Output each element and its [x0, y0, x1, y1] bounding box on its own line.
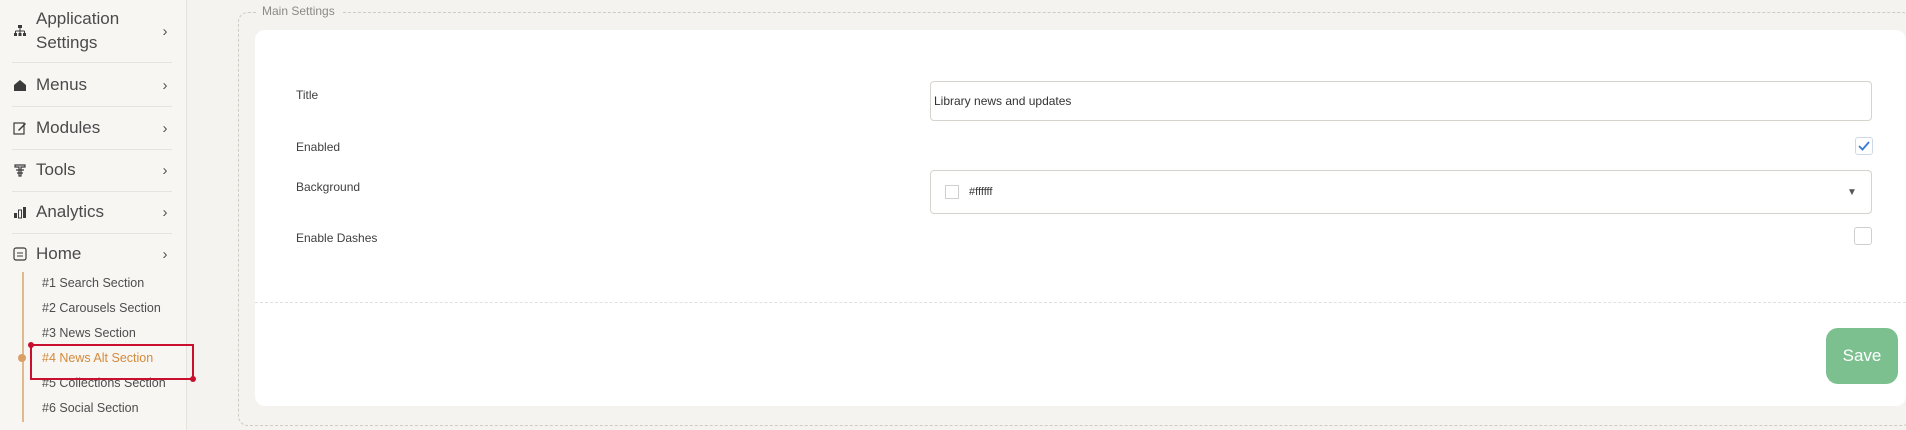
sidebar-item-label: Application: [36, 9, 120, 28]
tools-icon: [12, 162, 28, 178]
sidebar-item-label: Tools: [36, 160, 76, 179]
sidebar-item-label: Menus: [36, 75, 88, 94]
edit-icon: [12, 120, 28, 136]
sidebar-item-application-settings[interactable]: Application Settings ›: [12, 0, 172, 63]
chevron-right-icon: ›: [162, 76, 168, 94]
chevron-right-icon: ›: [162, 161, 168, 179]
sidebar-item-label: Analytics: [36, 202, 105, 221]
save-button[interactable]: Save: [1826, 328, 1898, 384]
title-label: Title: [296, 88, 319, 102]
chevron-right-icon: ›: [162, 203, 168, 221]
sitemap-icon: [12, 23, 28, 39]
sidebar-item-tools[interactable]: Tools ›: [12, 149, 172, 192]
card-divider: [255, 302, 1906, 303]
sidebar-item-label: Settings: [36, 33, 98, 52]
sidebar-item-home[interactable]: Home ›: [12, 233, 172, 275]
chevron-right-icon: ›: [162, 245, 168, 263]
enable-dashes-checkbox[interactable]: [1854, 227, 1872, 245]
sidebar-item-label: Home: [36, 244, 82, 263]
subnav-item-social[interactable]: #6 Social Section: [42, 397, 139, 419]
chevron-down-icon: ▼: [1847, 186, 1857, 198]
subnav-item-news[interactable]: #3 News Section: [42, 322, 136, 344]
home-page-icon: [12, 246, 28, 262]
home-icon: [12, 77, 28, 93]
color-swatch: [945, 185, 959, 199]
highlight-box-active-subnav: [28, 342, 196, 382]
background-label: Background: [296, 180, 361, 194]
chevron-right-icon: ›: [162, 22, 168, 40]
subnav-item-carousels[interactable]: #2 Carousels Section: [42, 297, 161, 319]
active-indicator: [18, 354, 26, 362]
sidebar-item-menus[interactable]: Menus ›: [12, 64, 172, 107]
section-title: Main Settings: [256, 4, 341, 18]
enabled-checkbox[interactable]: [1855, 137, 1873, 155]
background-select[interactable]: #ffffff ▼: [930, 170, 1872, 214]
sidebar-item-label: Modules: [36, 118, 101, 137]
sidebar-item-modules[interactable]: Modules ›: [12, 107, 172, 150]
chart-icon: [12, 204, 28, 220]
checkmark-icon: [1858, 141, 1870, 151]
enabled-label: Enabled: [296, 140, 341, 154]
chevron-right-icon: ›: [162, 119, 168, 137]
background-select-value: #ffffff: [969, 186, 993, 198]
subnav-item-search[interactable]: #1 Search Section: [42, 272, 144, 294]
title-input[interactable]: Library news and updates: [930, 81, 1872, 121]
title-input-value: Library news and updates: [934, 94, 1072, 108]
enable-dashes-label: Enable Dashes: [296, 231, 378, 245]
sidebar-item-analytics[interactable]: Analytics ›: [12, 191, 172, 234]
